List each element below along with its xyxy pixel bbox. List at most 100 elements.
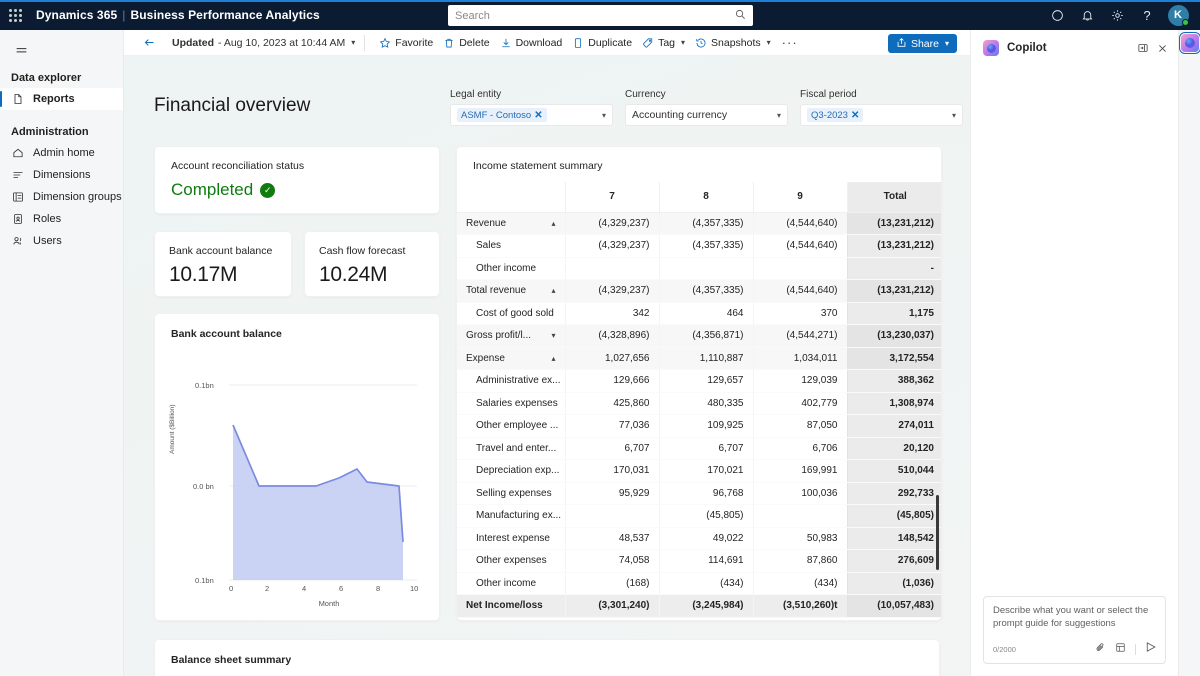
paperclip-icon[interactable] bbox=[1095, 640, 1106, 658]
updated-timestamp-dropdown[interactable]: Updated - Aug 10, 2023 at 10:44 AM ▾ bbox=[172, 37, 355, 49]
table-row[interactable]: Net Income/loss(3,301,240)(3,245,984)(3,… bbox=[457, 595, 942, 618]
help-icon[interactable]: ? bbox=[1132, 0, 1162, 30]
x-tick-2: 2 bbox=[265, 584, 269, 593]
cell-total: 148,542 bbox=[847, 527, 942, 550]
table-body: Revenue▴(4,329,237)(4,357,335)(4,544,640… bbox=[457, 212, 942, 617]
column-header-total[interactable]: Total bbox=[847, 182, 942, 212]
cell-total: - bbox=[847, 257, 942, 280]
cash-flow-forecast-kpi-card: Cash flow forecast 10.24M bbox=[304, 231, 440, 297]
table-row[interactable]: Sales(4,329,237)(4,357,335)(4,544,640)(1… bbox=[457, 235, 942, 258]
cell-period-7: (3,301,240) bbox=[565, 595, 659, 618]
table-row[interactable]: Cost of good sold3424643701,175 bbox=[457, 302, 942, 325]
copilot-compose-box[interactable]: Describe what you want or select the pro… bbox=[983, 596, 1166, 664]
close-icon[interactable]: ✕ bbox=[534, 110, 542, 121]
sidebar-item-admin-home[interactable]: Admin home bbox=[0, 142, 123, 164]
report-icon bbox=[11, 92, 25, 106]
gear-icon[interactable] bbox=[1102, 0, 1132, 30]
table-row[interactable]: Manufacturing ex...(45,805)(45,805) bbox=[457, 505, 942, 528]
table-row[interactable]: Expense▴1,027,6561,110,8871,034,0113,172… bbox=[457, 347, 942, 370]
global-search[interactable] bbox=[448, 5, 753, 26]
table-row[interactable]: Total revenue▴(4,329,237)(4,357,335)(4,5… bbox=[457, 280, 942, 303]
delete-button[interactable]: Delete bbox=[438, 32, 494, 54]
table-row[interactable]: Gross profit/l...▾(4,328,896)(4,356,871)… bbox=[457, 325, 942, 348]
cell-period-8: (4,357,335) bbox=[659, 280, 753, 303]
table-row[interactable]: Other employee ...77,036109,92587,050274… bbox=[457, 415, 942, 438]
sidebar-item-dimension-groups[interactable]: Dimension groups bbox=[0, 186, 123, 208]
chevron-up-icon[interactable]: ▴ bbox=[551, 219, 555, 228]
legal-entity-dropdown[interactable]: ASMF - Contoso ✕ ▾ bbox=[450, 104, 613, 126]
tag-label: Tag bbox=[658, 37, 675, 49]
income-statement-table: 7 8 9 Total Revenue▴(4,329,237)(4,357,33… bbox=[457, 182, 942, 618]
dimension-groups-icon bbox=[11, 190, 25, 204]
avatar[interactable]: K bbox=[1162, 0, 1194, 30]
tag-button[interactable]: Tag ▾ bbox=[637, 32, 690, 54]
sidebar-item-users[interactable]: Users bbox=[0, 230, 123, 252]
app-launcher-icon[interactable] bbox=[0, 0, 30, 30]
fiscal-period-dropdown[interactable]: Q3-2023 ✕ ▾ bbox=[800, 104, 963, 126]
users-icon bbox=[11, 234, 25, 248]
cell-period-8: 109,925 bbox=[659, 415, 753, 438]
column-header-7[interactable]: 7 bbox=[565, 182, 659, 212]
sidebar-item-reports[interactable]: Reports bbox=[0, 88, 123, 110]
column-header-blank[interactable] bbox=[457, 182, 565, 212]
table-row[interactable]: Other expenses74,058114,69187,860276,609 bbox=[457, 550, 942, 573]
more-commands-button[interactable]: ··· bbox=[776, 35, 804, 50]
prompt-guide-icon[interactable] bbox=[1115, 640, 1126, 658]
table-row[interactable]: Other income(168)(434)(434)(1,036) bbox=[457, 572, 942, 595]
cell-period-7: (4,329,237) bbox=[565, 280, 659, 303]
bell-icon[interactable] bbox=[1072, 0, 1102, 30]
copilot-compose-footer: 0/2000 bbox=[993, 640, 1157, 658]
close-icon[interactable]: ✕ bbox=[851, 110, 859, 121]
duplicate-button[interactable]: Duplicate bbox=[567, 32, 637, 54]
copilot-prompt-placeholder[interactable]: Describe what you want or select the pro… bbox=[993, 605, 1157, 631]
close-icon[interactable] bbox=[1157, 43, 1168, 54]
row-label-cell: Other income bbox=[457, 572, 565, 595]
circle-icon[interactable] bbox=[1042, 0, 1072, 30]
sidebar-item-dimensions[interactable]: Dimensions bbox=[0, 164, 123, 186]
sidebar-item-label: Dimensions bbox=[33, 169, 90, 181]
favorite-button[interactable]: Favorite bbox=[374, 32, 438, 54]
sidebar-item-roles[interactable]: Roles bbox=[0, 208, 123, 230]
kpi-value: 10.24M bbox=[319, 263, 425, 287]
copilot-icon[interactable] bbox=[1181, 34, 1199, 52]
cell-period-9: 87,860 bbox=[753, 550, 847, 573]
column-header-8[interactable]: 8 bbox=[659, 182, 753, 212]
filter-pill-label: ASMF - Contoso bbox=[461, 110, 531, 121]
search-input[interactable] bbox=[455, 10, 735, 22]
table-row[interactable]: Revenue▴(4,329,237)(4,357,335)(4,544,640… bbox=[457, 212, 942, 235]
cell-period-7 bbox=[565, 505, 659, 528]
nav-section-heading-data-explorer: Data explorer bbox=[0, 66, 123, 88]
cell-period-7: 77,036 bbox=[565, 415, 659, 438]
row-label-cell: Depreciation exp... bbox=[457, 460, 565, 483]
cell-period-8: 170,021 bbox=[659, 460, 753, 483]
chevron-down-icon[interactable]: ▾ bbox=[551, 331, 555, 340]
table-row[interactable]: Other income- bbox=[457, 257, 942, 280]
hamburger-icon[interactable] bbox=[6, 36, 36, 66]
chevron-up-icon[interactable]: ▴ bbox=[551, 286, 555, 295]
table-vertical-scrollbar[interactable] bbox=[936, 495, 939, 570]
snapshots-button[interactable]: Snapshots ▾ bbox=[690, 32, 776, 54]
panel-expand-icon[interactable] bbox=[1137, 42, 1149, 54]
back-arrow-icon[interactable] bbox=[136, 30, 162, 56]
table-row[interactable]: Travel and enter...6,7076,7076,70620,120 bbox=[457, 437, 942, 460]
filter-fiscal-period: Fiscal period Q3-2023 ✕ ▾ bbox=[800, 89, 963, 126]
send-icon[interactable] bbox=[1145, 640, 1157, 658]
cell-period-7: 1,027,656 bbox=[565, 347, 659, 370]
cell-period-8: 6,707 bbox=[659, 437, 753, 460]
area-chart[interactable]: Amount ($Billion) 0.1bn 0.0 bn 0.1bn 0 2… bbox=[171, 354, 427, 606]
download-icon bbox=[500, 37, 512, 49]
table-row[interactable]: Depreciation exp...170,031170,021169,991… bbox=[457, 460, 942, 483]
command-divider bbox=[364, 35, 365, 51]
table-row[interactable]: Administrative ex...129,666129,657129,03… bbox=[457, 370, 942, 393]
currency-dropdown[interactable]: Accounting currency ▾ bbox=[625, 104, 788, 126]
table-row[interactable]: Salaries expenses425,860480,335402,7791,… bbox=[457, 392, 942, 415]
table-row[interactable]: Selling expenses95,92996,768100,036292,7… bbox=[457, 482, 942, 505]
cell-total: 1,175 bbox=[847, 302, 942, 325]
share-button[interactable]: Share ▾ bbox=[888, 34, 957, 53]
cell-total: 292,733 bbox=[847, 482, 942, 505]
search-icon[interactable] bbox=[735, 7, 746, 25]
chevron-up-icon[interactable]: ▴ bbox=[551, 354, 555, 363]
column-header-9[interactable]: 9 bbox=[753, 182, 847, 212]
table-row[interactable]: Interest expense48,53749,02250,983148,54… bbox=[457, 527, 942, 550]
download-button[interactable]: Download bbox=[495, 32, 568, 54]
